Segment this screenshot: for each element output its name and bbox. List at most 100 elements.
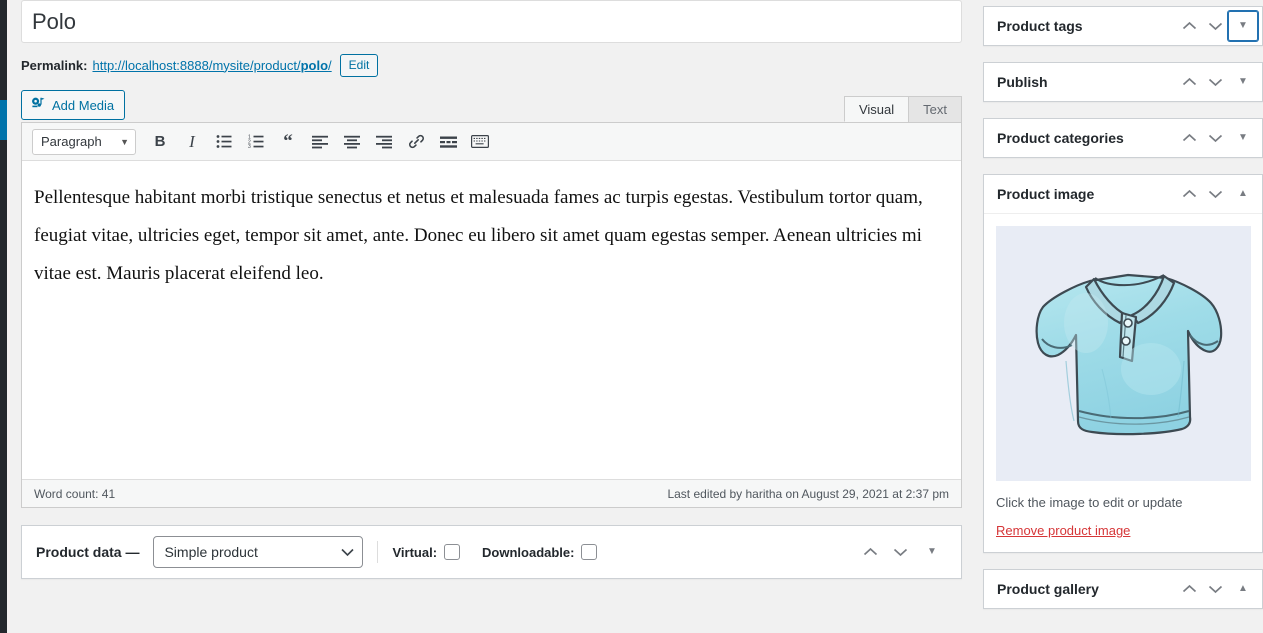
downloadable-checkbox-field[interactable]: Downloadable: <box>482 544 598 560</box>
toggle-panel-icon[interactable]: ▼ <box>1228 67 1258 97</box>
align-center-icon[interactable] <box>336 128 368 156</box>
media-and-tabs-row: Add Media Visual Text <box>21 90 962 122</box>
admin-menu-rail <box>0 0 7 633</box>
move-up-icon[interactable] <box>857 539 883 565</box>
editor-mode-tabs: Visual Text <box>843 96 962 122</box>
permalink-link[interactable]: http://localhost:8888/mysite/product/pol… <box>92 58 331 73</box>
toolbar-toggle-icon[interactable] <box>464 128 496 156</box>
panel-controls: ▲ <box>1176 574 1258 604</box>
product-image-thumbnail[interactable] <box>996 226 1251 481</box>
editor-status-bar: Word count: 41 Last edited by haritha on… <box>22 479 961 507</box>
move-down-icon[interactable] <box>1202 125 1228 151</box>
word-count: Word count: 41 <box>34 486 116 501</box>
panel-header[interactable]: Product tags ▼ <box>984 7 1262 45</box>
triangle-up-icon: ▲ <box>1238 188 1248 199</box>
edit-permalink-button[interactable]: Edit <box>339 53 379 77</box>
paragraph-format-value: Paragraph <box>41 134 102 149</box>
editor-toolbar: Paragraph ▼ B I 1 2 3 “ <box>22 123 961 161</box>
panel-title: Product gallery <box>997 581 1099 597</box>
move-down-icon[interactable] <box>1202 13 1228 39</box>
svg-text:3: 3 <box>248 144 251 149</box>
move-up-icon[interactable] <box>1176 576 1202 602</box>
move-up-icon[interactable] <box>1176 125 1202 151</box>
triangle-down-icon: ▼ <box>1238 76 1248 87</box>
move-up-icon[interactable] <box>1176 13 1202 39</box>
move-up-icon[interactable] <box>1176 181 1202 207</box>
sidebar-column: Product tags ▼ Publish ▼ Product categor… <box>983 6 1263 625</box>
product-type-select[interactable]: Simple product <box>153 536 364 568</box>
add-media-icon <box>30 96 46 115</box>
product-data-panel: Product data — Simple product Virtual: D… <box>21 525 962 579</box>
product-data-panel-controls: ▼ <box>857 537 947 567</box>
move-down-icon[interactable] <box>1202 69 1228 95</box>
virtual-checkbox-field[interactable]: Virtual: <box>392 544 461 560</box>
chevron-down-icon: ▼ <box>120 136 129 147</box>
triangle-down-icon: ▼ <box>927 546 937 557</box>
permalink-label: Permalink: <box>21 57 88 73</box>
permalink-url-prefix: http://localhost:8888/mysite/product/ <box>92 57 301 73</box>
panel-product-gallery: Product gallery ▲ <box>983 569 1263 609</box>
panel-header[interactable]: Publish ▼ <box>984 63 1262 101</box>
panel-title: Product categories <box>997 130 1124 146</box>
panel-title: Product tags <box>997 18 1083 34</box>
permalink-suffix: / <box>328 57 332 73</box>
panel-body: Click the image to edit or update Remove… <box>984 213 1262 552</box>
move-down-icon[interactable] <box>1202 576 1228 602</box>
toggle-panel-icon[interactable]: ▼ <box>917 537 947 567</box>
product-title-input[interactable] <box>21 0 962 43</box>
bold-icon[interactable]: B <box>144 128 176 156</box>
chevron-down-icon <box>341 548 355 556</box>
panel-controls: ▼ <box>1176 11 1258 41</box>
panel-product-tags: Product tags ▼ <box>983 6 1263 46</box>
product-image-hint: Click the image to edit or update <box>996 495 1183 510</box>
insert-link-icon[interactable] <box>400 128 432 156</box>
align-left-icon[interactable] <box>304 128 336 156</box>
panel-product-image: Product image ▲ Click the image to edit … <box>983 174 1263 553</box>
blockquote-icon[interactable]: “ <box>272 128 304 156</box>
panel-header[interactable]: Product categories ▼ <box>984 119 1262 157</box>
move-down-icon[interactable] <box>1202 181 1228 207</box>
editor-content-area[interactable]: Pellentesque habitant morbi tristique se… <box>22 161 961 479</box>
permalink-slug: polo <box>300 57 329 73</box>
triangle-down-icon: ▼ <box>1238 20 1248 31</box>
remove-product-image-link[interactable]: Remove product image <box>996 523 1130 538</box>
panel-title: Publish <box>997 74 1048 90</box>
triangle-down-icon: ▼ <box>1238 132 1248 143</box>
panel-title: Product image <box>997 186 1095 202</box>
downloadable-label: Downloadable: <box>482 544 575 560</box>
move-up-icon[interactable] <box>1176 69 1202 95</box>
read-more-icon[interactable] <box>432 128 464 156</box>
admin-menu-active-item[interactable] <box>0 100 7 140</box>
align-right-icon[interactable] <box>368 128 400 156</box>
main-column: Permalink: http://localhost:8888/mysite/… <box>21 0 962 633</box>
toggle-panel-icon[interactable]: ▼ <box>1228 11 1258 41</box>
tab-text[interactable]: Text <box>908 96 962 122</box>
panel-controls: ▼ <box>1176 123 1258 153</box>
panel-product-categories: Product categories ▼ <box>983 118 1263 158</box>
numbered-list-icon[interactable]: 1 2 3 <box>240 128 272 156</box>
tab-visual[interactable]: Visual <box>843 96 910 122</box>
panel-controls: ▲ <box>1176 179 1258 209</box>
italic-icon[interactable]: I <box>176 128 208 156</box>
editor-paragraph: Pellentesque habitant morbi tristique se… <box>34 187 923 284</box>
bulleted-list-icon[interactable] <box>208 128 240 156</box>
product-data-title: Product data — <box>36 544 140 560</box>
virtual-checkbox[interactable] <box>444 544 461 560</box>
polo-shirt-illustration <box>1035 273 1223 436</box>
paragraph-format-select[interactable]: Paragraph ▼ <box>32 128 136 155</box>
panel-header[interactable]: Product gallery ▲ <box>984 570 1262 608</box>
panel-controls: ▼ <box>1176 67 1258 97</box>
toggle-panel-icon[interactable]: ▲ <box>1228 574 1258 604</box>
move-down-icon[interactable] <box>887 539 913 565</box>
toggle-panel-icon[interactable]: ▲ <box>1228 179 1258 209</box>
last-edited-info: Last edited by haritha on August 29, 202… <box>667 486 949 501</box>
toggle-panel-icon[interactable]: ▼ <box>1228 123 1258 153</box>
add-media-label: Add Media <box>52 97 115 113</box>
downloadable-checkbox[interactable] <box>581 544 598 560</box>
panel-header[interactable]: Product image ▲ <box>984 175 1262 213</box>
triangle-up-icon: ▲ <box>1238 583 1248 594</box>
divider <box>377 541 379 563</box>
content-editor: Paragraph ▼ B I 1 2 3 “ Pellentesque hab… <box>21 122 962 508</box>
add-media-button[interactable]: Add Media <box>21 90 126 120</box>
product-type-value: Simple product <box>164 544 258 560</box>
